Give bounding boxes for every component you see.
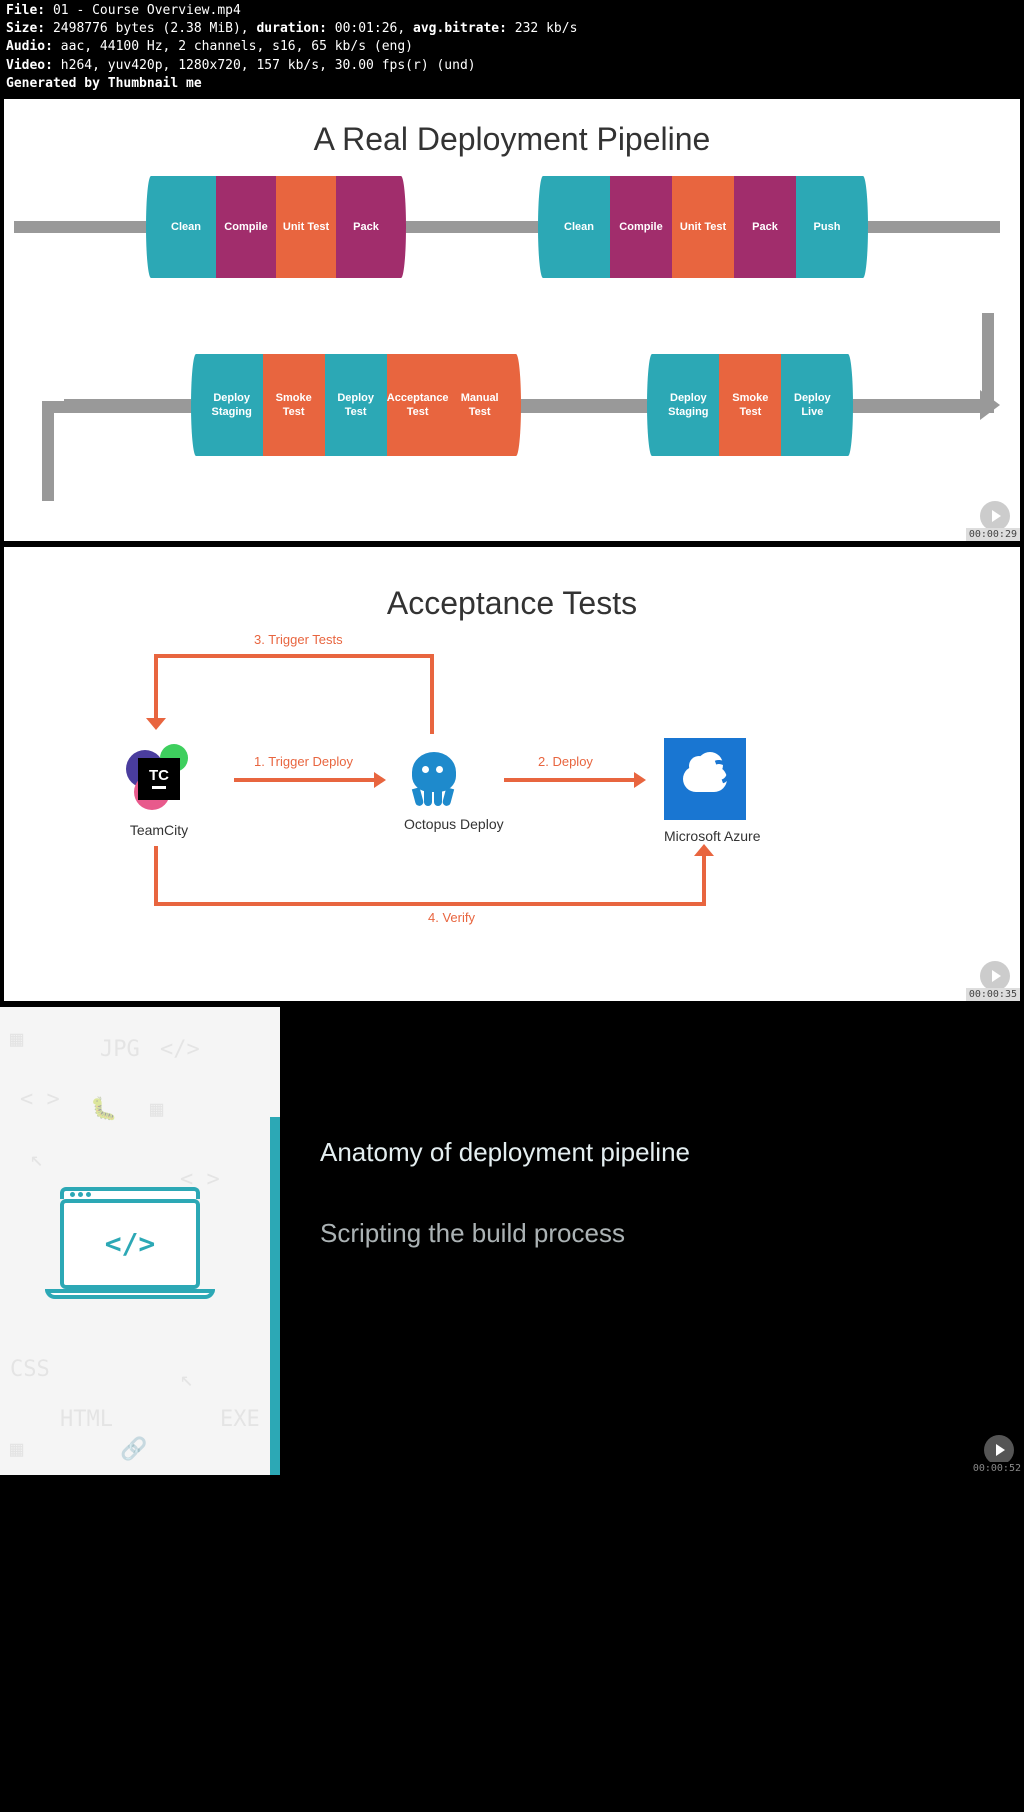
stage-unit-test: Unit Test	[276, 176, 336, 278]
arrow-2	[504, 778, 634, 782]
laptop-icon: </>	[60, 1187, 215, 1299]
file-value: 01 - Course Overview.mp4	[53, 3, 241, 18]
timestamp-2: 00:00:35	[966, 988, 1020, 1001]
play-icon	[980, 961, 1010, 991]
audio-value: aac, 44100 Hz, 2 channels, s16, 65 kb/s …	[61, 39, 413, 54]
generated-by: Generated by Thumbnail me	[6, 76, 202, 91]
azure-icon	[664, 738, 746, 820]
arrow-1	[234, 778, 374, 782]
acceptance-tests-panel: Acceptance Tests TC TeamCity Octopus Dep…	[0, 545, 1024, 1005]
file-label: File:	[6, 3, 45, 18]
octopus-node: Octopus Deploy	[404, 748, 504, 832]
video-label: Video:	[6, 58, 53, 73]
teamcity-node: TC TeamCity	[124, 744, 194, 838]
stage-compile-2: Compile	[610, 176, 672, 278]
arrow-3	[154, 654, 434, 658]
media-info-header: File: 01 - Course Overview.mp4 Size: 249…	[0, 0, 1024, 95]
stage-unit-test-2: Unit Test	[672, 176, 734, 278]
arrow-2-label: 2. Deploy	[538, 754, 593, 769]
arrow-4	[154, 902, 702, 906]
stage-smoke-test: Smoke Test	[263, 354, 325, 456]
stage-acceptance-test: Acceptance Test	[387, 354, 449, 456]
stage-pack-2: Pack	[734, 176, 796, 278]
panel2-title: Acceptance Tests	[4, 547, 1020, 646]
teamcity-icon: TC	[124, 744, 194, 814]
arrow-4-label: 4. Verify	[428, 910, 475, 925]
accent-bar	[270, 1117, 280, 1475]
audio-label: Audio:	[6, 39, 53, 54]
pipeline-diagram-panel: A Real Deployment Pipeline Clean Compile…	[0, 95, 1024, 545]
pipeline-row-1: Clean Compile Unit Test Pack Clean Compi…	[14, 176, 1000, 278]
intro-slide-panel: ▦ JPG </> < > 🐛 ▦ ↖ < > CSS ↖ HTML EXE ▦…	[0, 1005, 1024, 1475]
slide-left-graphic: ▦ JPG </> < > 🐛 ▦ ↖ < > CSS ↖ HTML EXE ▦…	[0, 1007, 280, 1475]
timestamp-3: 00:00:52	[970, 1462, 1024, 1475]
arrow-1-label: 1. Trigger Deploy	[254, 754, 353, 769]
stage-compile: Compile	[216, 176, 276, 278]
size-value: 2498776 bytes (2.38 MiB),	[53, 21, 249, 36]
panel1-title: A Real Deployment Pipeline	[4, 99, 1020, 176]
timestamp-1: 00:00:29	[966, 528, 1020, 541]
stage-smoke-test-2: Smoke Test	[719, 354, 781, 456]
slide-line-1: Anatomy of deployment pipeline	[320, 1137, 984, 1168]
stage-deploy-test: Deploy Test	[325, 354, 387, 456]
arrow-3-label: 3. Trigger Tests	[254, 632, 343, 647]
octopus-icon	[404, 748, 464, 808]
play-icon	[984, 1435, 1014, 1465]
slide-line-2: Scripting the build process	[320, 1218, 984, 1249]
azure-node: Microsoft Azure	[664, 738, 760, 844]
size-label: Size:	[6, 21, 45, 36]
play-icon	[980, 501, 1010, 531]
video-value: h264, yuv420p, 1280x720, 157 kb/s, 30.00…	[61, 58, 476, 73]
